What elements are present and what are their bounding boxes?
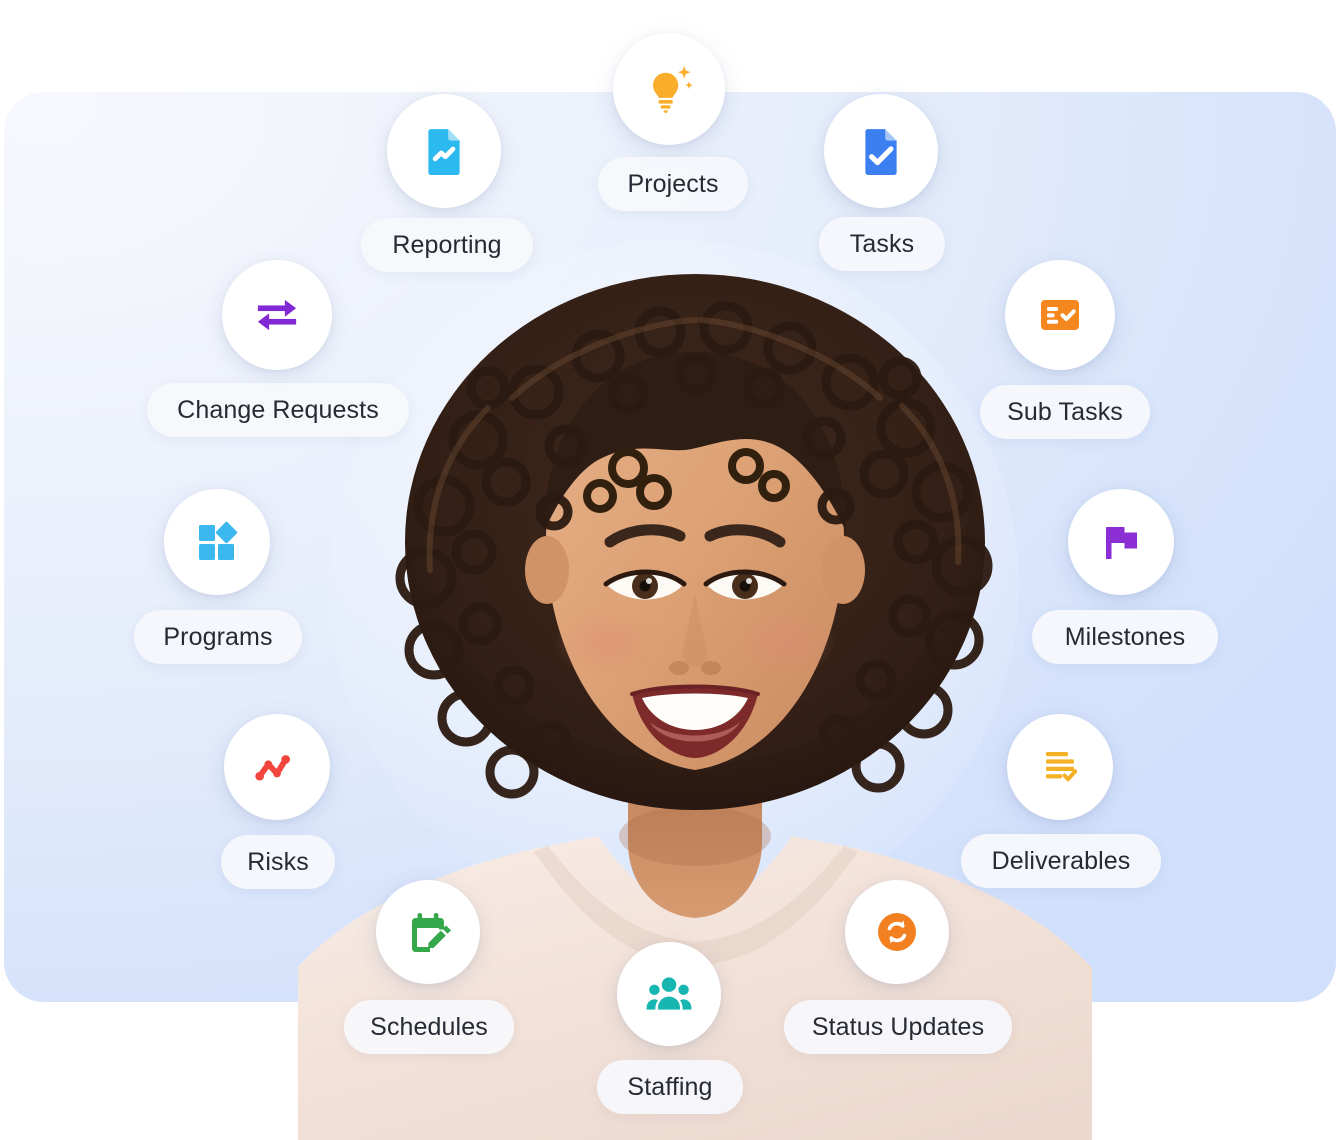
- swap-arrows-icon: [250, 288, 304, 342]
- schedules-bubble[interactable]: [376, 880, 480, 984]
- projects-label[interactable]: Projects: [598, 157, 748, 211]
- schedules-label[interactable]: Schedules: [344, 1000, 514, 1054]
- list-check-icon: [1036, 743, 1084, 791]
- flag-icon: [1097, 518, 1145, 566]
- status-updates-bubble[interactable]: [845, 880, 949, 984]
- milestones-bubble[interactable]: [1068, 489, 1174, 595]
- feature-constellation-graphic: Projects Reporting Tasks Change Requests…: [0, 0, 1340, 1140]
- risks-label-text: Risks: [247, 847, 309, 876]
- status-updates-label-text: Status Updates: [811, 1012, 985, 1041]
- reporting-label-text: Reporting: [392, 230, 502, 259]
- checklist-square-icon: [1036, 291, 1084, 339]
- change-requests-bubble[interactable]: [222, 260, 332, 370]
- document-check-icon: [856, 126, 906, 176]
- tasks-label[interactable]: Tasks: [819, 217, 945, 271]
- center-halo-circle: [329, 240, 1019, 930]
- programs-label[interactable]: Programs: [134, 610, 302, 664]
- people-group-icon: [644, 969, 694, 1019]
- tasks-bubble[interactable]: [824, 94, 938, 208]
- tasks-label-text: Tasks: [849, 229, 915, 258]
- deliverables-label-text: Deliverables: [991, 846, 1131, 875]
- deliverables-label[interactable]: Deliverables: [961, 834, 1161, 888]
- dashboard-blocks-icon: [193, 518, 241, 566]
- risks-bubble[interactable]: [224, 714, 330, 820]
- projects-label-text: Projects: [627, 169, 719, 198]
- staffing-bubble[interactable]: [617, 942, 721, 1046]
- reporting-bubble[interactable]: [387, 94, 501, 208]
- sub-tasks-label[interactable]: Sub Tasks: [980, 385, 1150, 439]
- deliverables-bubble[interactable]: [1007, 714, 1113, 820]
- projects-bubble[interactable]: [613, 33, 725, 145]
- status-updates-label[interactable]: Status Updates: [784, 1000, 1012, 1054]
- programs-label-text: Programs: [163, 622, 273, 651]
- staffing-label-text: Staffing: [627, 1072, 713, 1101]
- calendar-edit-icon: [404, 908, 452, 956]
- sub-tasks-bubble[interactable]: [1005, 260, 1115, 370]
- milestones-label[interactable]: Milestones: [1032, 610, 1218, 664]
- sub-tasks-label-text: Sub Tasks: [1007, 397, 1123, 426]
- reporting-label[interactable]: Reporting: [361, 218, 533, 272]
- sync-refresh-icon: [873, 908, 921, 956]
- change-requests-label-text: Change Requests: [177, 395, 379, 424]
- schedules-label-text: Schedules: [370, 1012, 488, 1041]
- change-requests-label[interactable]: Change Requests: [147, 383, 409, 437]
- trend-line-icon: [251, 741, 303, 793]
- document-chart-icon: [419, 126, 469, 176]
- milestones-label-text: Milestones: [1064, 622, 1186, 651]
- lightbulb-icon: [642, 62, 696, 116]
- staffing-label[interactable]: Staffing: [597, 1060, 743, 1114]
- risks-label[interactable]: Risks: [221, 835, 335, 889]
- programs-bubble[interactable]: [164, 489, 270, 595]
